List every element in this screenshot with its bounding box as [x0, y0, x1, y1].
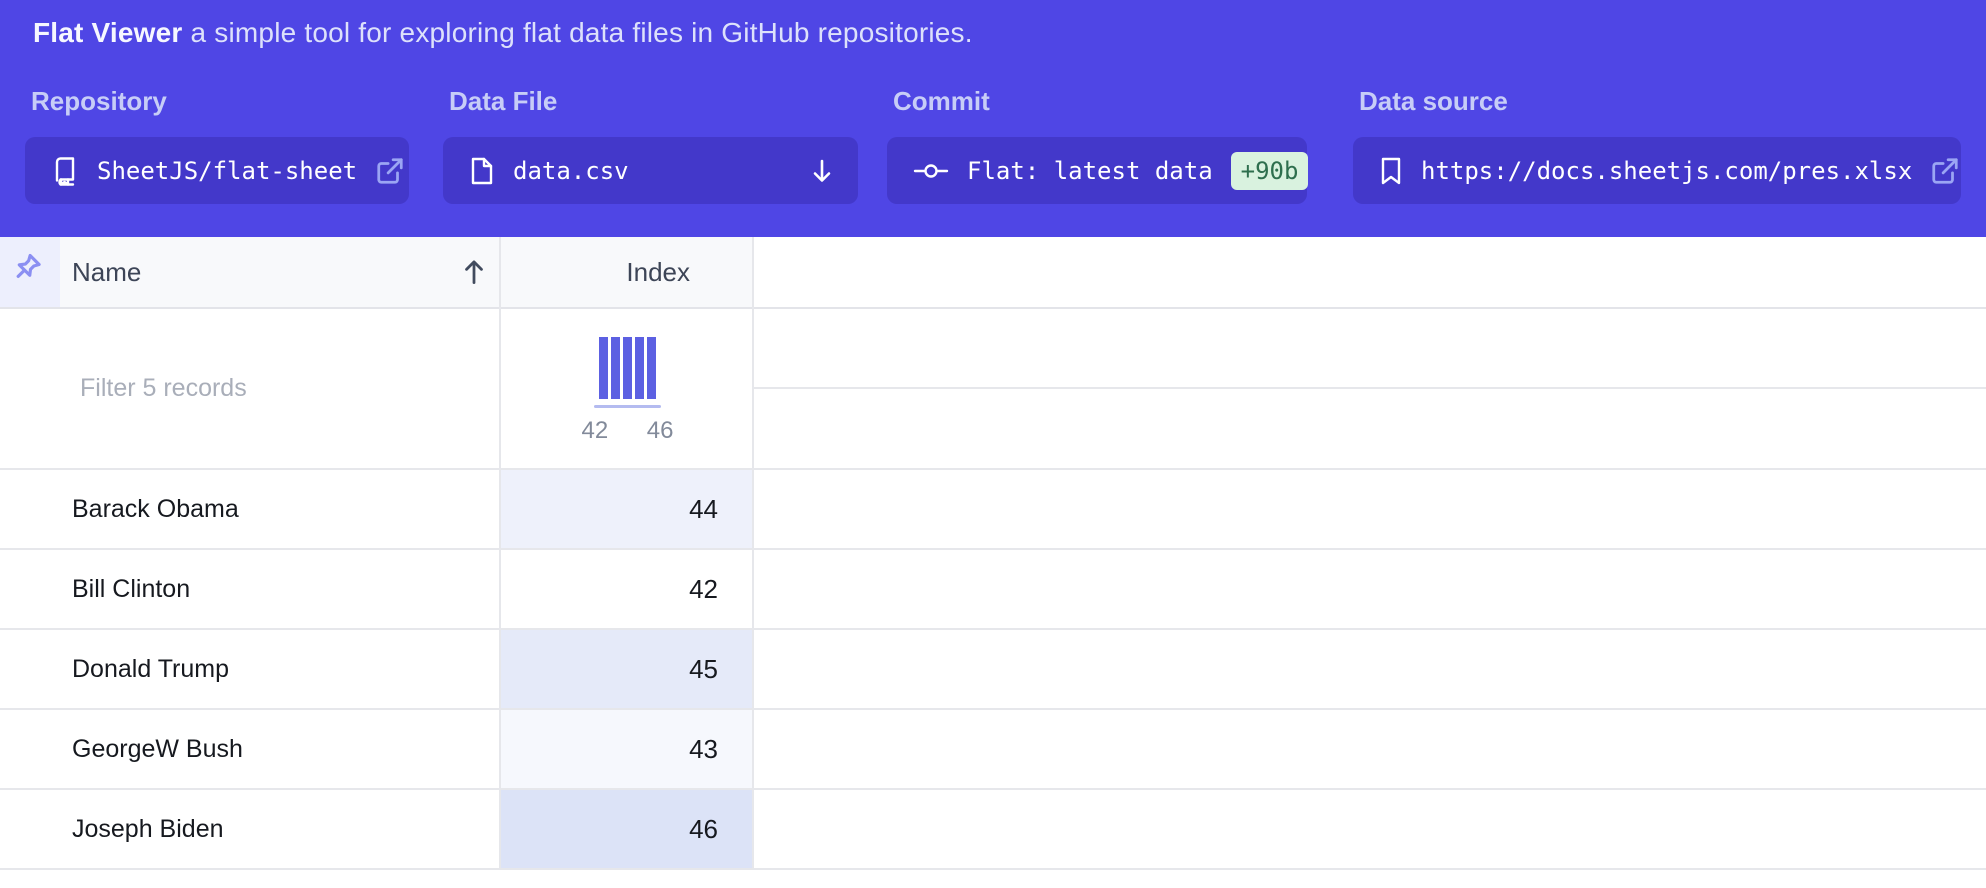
file-icon — [469, 156, 495, 186]
data-table: Name Index 42 — [0, 237, 1986, 888]
commit-diff-badge: +90b — [1231, 152, 1309, 190]
table-body: Barack Obama 44 Bill Clinton 42 Donald T… — [0, 470, 1986, 870]
column-divider — [752, 237, 754, 870]
app-title-name: Flat Viewer — [33, 17, 183, 48]
name-cell: Donald Trump — [0, 630, 501, 708]
data-file-dropdown[interactable]: data.csv — [443, 137, 858, 204]
commit-control: Commit Flat: latest data +90b — [887, 86, 1307, 204]
commit-label: Commit — [893, 86, 1307, 117]
data-file-value: data.csv — [513, 157, 629, 185]
name-cell: GeorgeW Bush — [0, 710, 501, 788]
arrow-down-icon — [808, 156, 836, 186]
table-header-spacer — [754, 237, 1986, 307]
column-header-name[interactable]: Name — [60, 237, 501, 307]
filter-input[interactable] — [80, 374, 480, 403]
filter-cell — [0, 309, 501, 468]
data-source-link[interactable]: https://docs.sheetjs.com/pres.xlsx — [1353, 137, 1961, 204]
column-header-name-label: Name — [72, 257, 141, 288]
index-cell: 46 — [501, 790, 754, 868]
index-cell: 44 — [501, 470, 754, 548]
table-row[interactable]: GeorgeW Bush 43 — [0, 710, 1986, 790]
commit-button[interactable]: Flat: latest data +90b — [887, 137, 1307, 204]
index-cell: 42 — [501, 550, 754, 628]
external-link-icon — [375, 156, 405, 186]
histogram-range-track[interactable] — [594, 405, 661, 408]
bookmark-icon — [1379, 156, 1403, 186]
index-cell: 45 — [501, 630, 754, 708]
table-row[interactable]: Barack Obama 44 — [0, 470, 1986, 550]
data-source-control: Data source https://docs.sheetjs.com/pre… — [1353, 86, 1961, 204]
commit-message: Flat: latest data — [967, 157, 1213, 185]
table-row[interactable]: Bill Clinton 42 — [0, 550, 1986, 630]
column-divider — [499, 237, 501, 870]
index-histogram-cell: 42 46 — [501, 309, 754, 468]
commit-icon — [913, 157, 949, 185]
flat-viewer-app: Flat Viewer a simple tool for exploring f… — [0, 0, 1986, 888]
pin-column-header[interactable] — [0, 237, 60, 307]
histogram-range-labels: 42 46 — [582, 417, 674, 445]
repository-label: Repository — [31, 86, 409, 117]
data-file-label: Data File — [449, 86, 858, 117]
table-row[interactable]: Joseph Biden 46 — [0, 790, 1986, 870]
index-histogram[interactable] — [599, 337, 656, 399]
histogram-min-label: 42 — [582, 417, 609, 445]
column-header-index[interactable]: Index — [501, 237, 754, 307]
pin-icon — [11, 253, 49, 291]
repository-button[interactable]: SheetJS/flat-sheet — [25, 137, 409, 204]
app-title: Flat Viewer a simple tool for exploring f… — [33, 17, 973, 49]
external-link-icon — [1930, 156, 1960, 186]
index-cell: 43 — [501, 710, 754, 788]
table-header-row: Name Index — [0, 237, 1986, 309]
sort-ascending-icon — [459, 256, 489, 288]
data-source-label: Data source — [1359, 86, 1961, 117]
data-source-url: https://docs.sheetjs.com/pres.xlsx — [1421, 157, 1912, 185]
name-cell: Bill Clinton — [0, 550, 501, 628]
app-title-subtitle: a simple tool for exploring flat data fi… — [191, 17, 973, 48]
column-header-index-label: Index — [626, 257, 690, 288]
name-cell: Barack Obama — [0, 470, 501, 548]
data-file-control: Data File data.csv — [443, 86, 858, 204]
repo-icon — [51, 156, 79, 186]
filter-row: 42 46 — [0, 309, 1986, 470]
name-cell: Joseph Biden — [0, 790, 501, 868]
repository-control: Repository SheetJS/flat-sheet — [25, 86, 409, 204]
row-divider — [754, 387, 1986, 389]
table-row[interactable]: Donald Trump 45 — [0, 630, 1986, 710]
histogram-max-label: 46 — [647, 417, 674, 445]
app-header: Flat Viewer a simple tool for exploring f… — [0, 0, 1986, 237]
repository-value: SheetJS/flat-sheet — [97, 157, 357, 185]
